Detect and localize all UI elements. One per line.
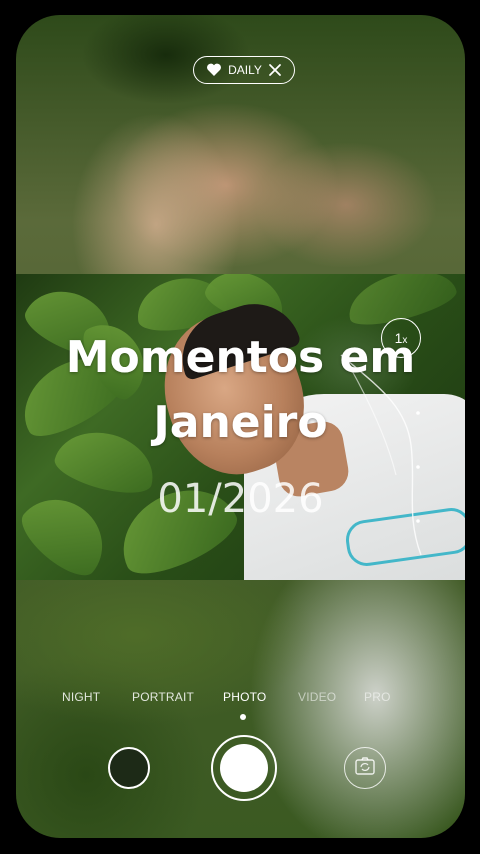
zoom-button[interactable]: 1x <box>381 318 421 358</box>
mode-video[interactable]: VIDEO <box>298 690 336 704</box>
daily-badge-label: DAILY <box>228 63 262 77</box>
mode-night[interactable]: NIGHT <box>62 690 100 704</box>
shutter-button[interactable] <box>211 735 277 801</box>
daily-badge[interactable]: DAILY <box>193 56 295 84</box>
mode-pro[interactable]: PRO <box>364 690 391 704</box>
selected-mode-indicator <box>240 714 246 720</box>
zoom-value: 1 <box>394 330 403 346</box>
flip-camera-icon <box>354 756 376 780</box>
memory-title-line2: Janeiro <box>153 397 328 448</box>
memory-date: 01/2026 <box>157 476 324 522</box>
zoom-unit: x <box>402 334 408 346</box>
shutter-icon <box>220 744 268 792</box>
close-icon[interactable] <box>268 63 282 77</box>
gallery-thumbnail[interactable] <box>108 747 150 789</box>
flip-camera-button[interactable] <box>344 747 386 789</box>
heart-icon <box>206 63 222 77</box>
mode-portrait[interactable]: PORTRAIT <box>132 690 194 704</box>
camera-mode-selector[interactable]: NIGHT PORTRAIT PHOTO VIDEO PRO <box>16 690 465 710</box>
camera-viewfinder[interactable]: DAILY Momentos em Janeiro 01/2026 1x NIG… <box>16 15 465 838</box>
mode-photo[interactable]: PHOTO <box>223 690 266 704</box>
